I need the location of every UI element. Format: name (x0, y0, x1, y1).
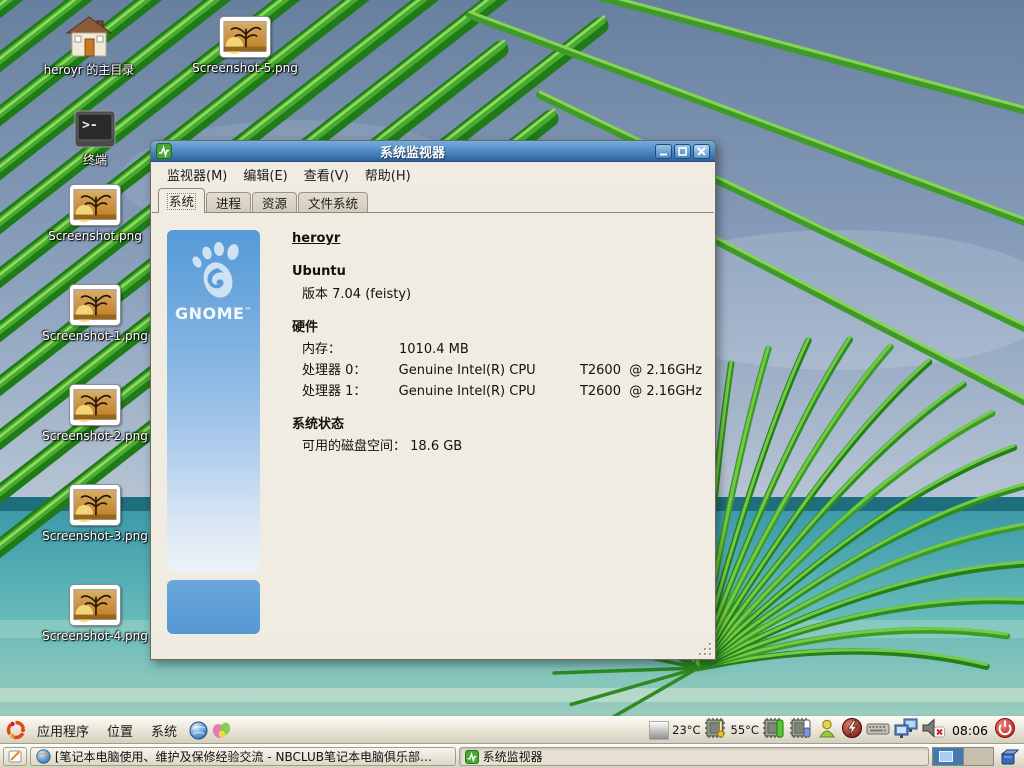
system-tab-content: GNOME™ heroyr Ubuntu 版本 7.04 (feisty) 硬件… (152, 212, 714, 636)
trash-icon[interactable] (997, 745, 1021, 768)
distro-name: Ubuntu (292, 261, 702, 282)
desktop-icon-label: 终端 (83, 151, 107, 168)
cpu-freq-blue-icon[interactable] (789, 717, 813, 743)
desktop-icon-label: Screenshot-3.png (42, 529, 148, 543)
volume-muted-icon[interactable] (922, 718, 946, 742)
cpu-freq-green-icon[interactable] (762, 717, 786, 743)
system-monitor-window: 系统监视器 监视器(M) 编辑(E) 查看(V) 帮助(H) 系统 进程 资源 … (150, 140, 716, 660)
ubuntu-logo-icon (4, 718, 28, 742)
gnome-banner: GNOME™ (167, 230, 260, 572)
desktop-icon-label: Screenshot-1.png (42, 329, 148, 343)
window-statusbar (152, 636, 714, 658)
tab-filesystems[interactable]: 文件系统 (298, 192, 368, 213)
network-monitor-icon[interactable] (893, 717, 919, 743)
image-thumbnail-icon (69, 184, 121, 226)
places-menu[interactable]: 位置 (98, 717, 142, 744)
tab-processes[interactable]: 进程 (206, 192, 251, 213)
gpu-temp-label: 55°C (731, 723, 759, 737)
window-title: 系统监视器 (172, 142, 653, 161)
taskbar-panel: [笔记本电脑使用、维护及保修经验交流 - NBCLUB笔记本电脑俱乐部… 系统监… (0, 744, 1024, 768)
task-label: 系统监视器 (483, 748, 543, 765)
desktop-icon-home[interactable]: heroyr 的主目录 (28, 16, 150, 78)
tab-system[interactable]: 系统 (158, 188, 205, 213)
firefox-icon[interactable] (186, 718, 210, 742)
desktop-icon-screenshot-5[interactable]: Screenshot-5.png (184, 16, 306, 75)
cpu-temp-label: 23°C (672, 723, 700, 737)
workspace-2[interactable] (963, 748, 993, 765)
keyboard-icon[interactable] (866, 718, 890, 742)
firefox-icon (36, 749, 51, 764)
close-button[interactable] (693, 144, 710, 159)
image-thumbnail-icon (69, 484, 121, 526)
maximize-button[interactable] (674, 144, 691, 159)
shutdown-icon[interactable] (994, 717, 1016, 743)
menu-view[interactable]: 查看(V) (296, 163, 357, 186)
workspace-1[interactable] (933, 748, 963, 765)
banner-footer-block (167, 580, 260, 634)
workspace-switcher (932, 747, 994, 766)
disk-row: 可用的磁盘空间： 18.6 GB (292, 436, 702, 457)
system-menu[interactable]: 系统 (142, 717, 186, 744)
power-manager-icon[interactable] (841, 717, 863, 743)
image-thumbnail-icon (69, 284, 121, 326)
desktop-icon-label: Screenshot-5.png (192, 61, 298, 75)
desktop-icon-screenshot-1[interactable]: Screenshot-1.png (34, 284, 156, 343)
menu-monitor[interactable]: 监视器(M) (159, 163, 235, 186)
window-menubar: 监视器(M) 编辑(E) 查看(V) 帮助(H) (151, 163, 715, 186)
show-desktop-button[interactable] (3, 747, 27, 766)
gnome-menu-panel: 应用程序 位置 系统 23°C (0, 716, 1024, 744)
desktop-icon-screenshot-4[interactable]: Screenshot-4.png (34, 584, 156, 643)
system-monitor-icon (465, 750, 479, 764)
system-info: heroyr Ubuntu 版本 7.04 (feisty) 硬件 内存：101… (292, 228, 702, 457)
desktop-icon-screenshot-3[interactable]: Screenshot-3.png (34, 484, 156, 543)
image-thumbnail-icon (219, 16, 271, 58)
distro-version: 版本 7.04 (feisty) (292, 284, 702, 305)
terminal-icon: >- (74, 110, 116, 148)
task-label: [笔记本电脑使用、维护及保修经验交流 - NBCLUB笔记本电脑俱乐部… (55, 748, 432, 765)
sensor-graph-applet[interactable] (649, 721, 669, 740)
desktop-icon-label: heroyr 的主目录 (44, 61, 135, 78)
window-titlebar[interactable]: 系统监视器 (151, 141, 715, 162)
cpu0-row: 处理器 0：Genuine Intel(R) CPUT2600 @ 2.16GH… (292, 360, 702, 381)
desktop-icon-screenshot[interactable]: Screenshot.png (34, 184, 156, 243)
cpu-thermometer-icon[interactable] (704, 717, 728, 743)
clock-applet[interactable]: 08:06 (949, 723, 991, 738)
task-button-firefox[interactable]: [笔记本电脑使用、维护及保修经验交流 - NBCLUB笔记本电脑俱乐部… (30, 747, 456, 766)
image-thumbnail-icon (69, 584, 121, 626)
tab-resources[interactable]: 资源 (252, 192, 297, 213)
hostname[interactable]: heroyr (292, 228, 702, 249)
resize-grip[interactable] (697, 641, 711, 655)
menu-help[interactable]: 帮助(H) (357, 163, 419, 186)
desktop-icon-label: Screenshot.png (48, 229, 142, 243)
minimize-button[interactable] (655, 144, 672, 159)
menu-edit[interactable]: 编辑(E) (235, 163, 295, 186)
desktop-icon-label: Screenshot-4.png (42, 629, 148, 643)
user-switcher-icon[interactable] (816, 718, 838, 742)
system-monitor-icon (156, 143, 172, 159)
home-icon (66, 16, 112, 58)
desktop-icon-screenshot-2[interactable]: Screenshot-2.png (34, 384, 156, 443)
image-thumbnail-icon (69, 384, 121, 426)
applications-menu[interactable]: 应用程序 (28, 717, 98, 744)
system-status-heading: 系统状态 (292, 414, 702, 435)
hardware-heading: 硬件 (292, 317, 702, 338)
notification-area: 23°C 55°C (649, 717, 1020, 743)
cpu1-row: 处理器 1：Genuine Intel(R) CPUT2600 @ 2.16GH… (292, 381, 702, 402)
desktop: heroyr 的主目录 Screenshot-5.png >- 终端 Scree… (0, 0, 1024, 768)
gnome-wordmark: GNOME™ (167, 304, 260, 323)
memory-row: 内存：1010.4 MB (292, 339, 702, 360)
task-button-system-monitor[interactable]: 系统监视器 (459, 747, 930, 766)
art-app-icon[interactable] (210, 718, 234, 742)
gnome-footprint-icon (182, 240, 246, 304)
svg-text:>-: >- (82, 118, 98, 133)
tab-bar: 系统 进程 资源 文件系统 (151, 186, 715, 213)
desktop-icon-terminal[interactable]: >- 终端 (45, 110, 145, 168)
desktop-icon-label: Screenshot-2.png (42, 429, 148, 443)
